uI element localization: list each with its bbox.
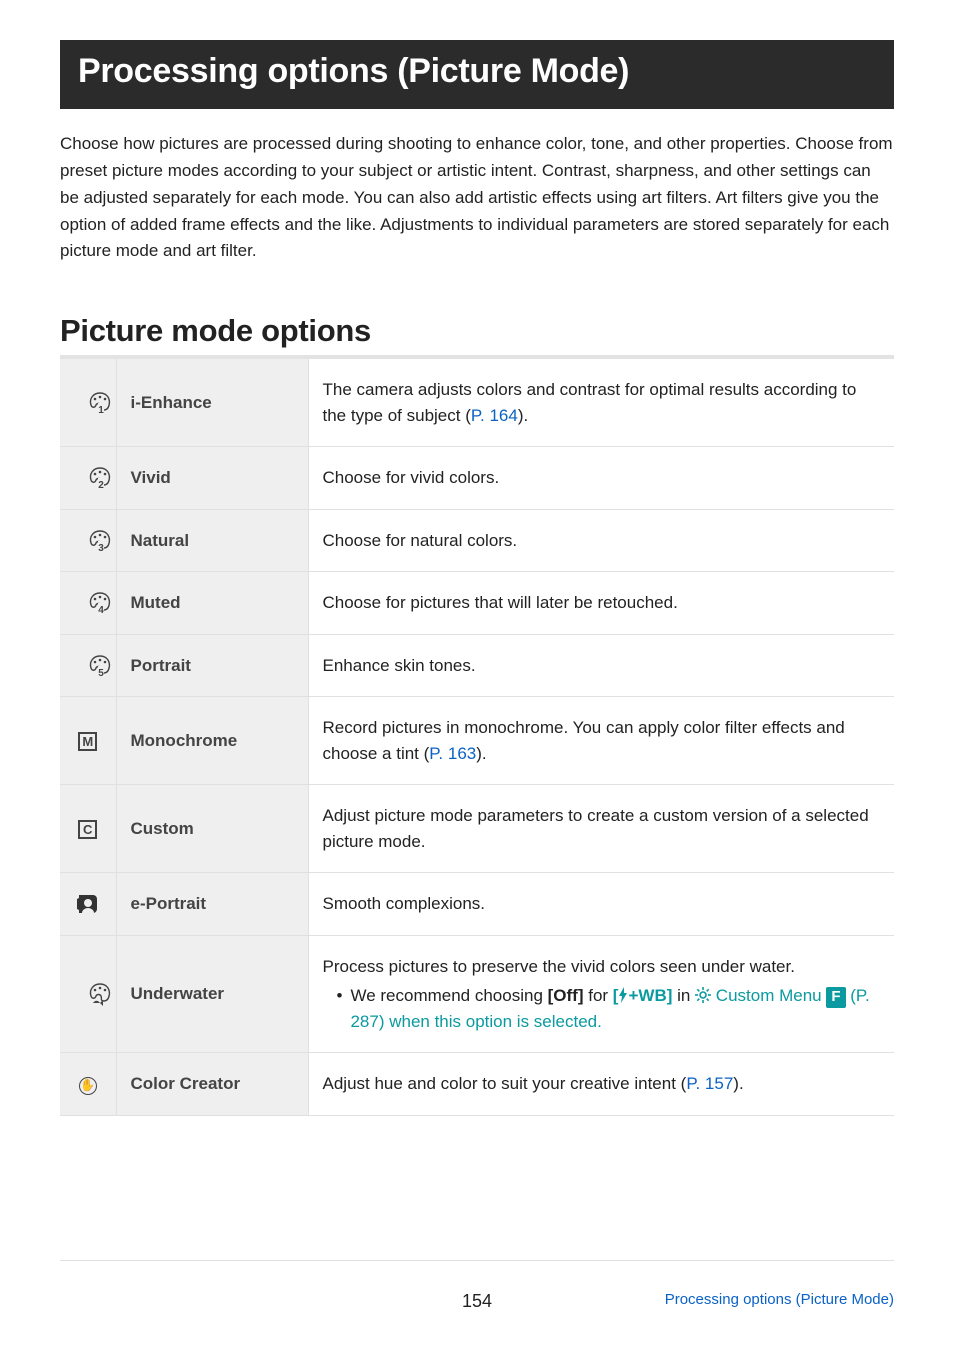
table-row: 1 i-Enhance The camera adjusts colors an… — [60, 359, 894, 447]
mode-name: Color Creator — [116, 1053, 308, 1116]
flash-wb-link[interactable]: [+WB] — [613, 986, 673, 1005]
mode-name: Portrait — [116, 634, 308, 697]
monochrome-icon: M — [60, 697, 116, 785]
mode-desc: Smooth complexions. — [308, 873, 894, 936]
mode-desc: Choose for vivid colors. — [308, 447, 894, 510]
palette3-icon: 3 — [60, 509, 116, 572]
mode-desc: Choose for pictures that will later be r… — [308, 572, 894, 635]
mode-name: i-Enhance — [116, 359, 308, 447]
intro-paragraph: Choose how pictures are processed during… — [60, 131, 894, 265]
page-title-bar: Processing options (Picture Mode) — [60, 40, 894, 109]
custom-menu-link[interactable]: Custom Menu F — [695, 986, 845, 1005]
table-row: ✋ Color Creator Adjust hue and color to … — [60, 1053, 894, 1116]
table-row: M Monochrome Record pictures in monochro… — [60, 697, 894, 785]
mode-name: Custom — [116, 785, 308, 873]
section-heading: Picture mode options — [60, 313, 894, 349]
mode-desc: The camera adjusts colors and contrast f… — [308, 359, 894, 447]
mode-name: Natural — [116, 509, 308, 572]
colorcreator-icon: ✋ — [60, 1053, 116, 1116]
palette2-icon: 2 — [60, 447, 116, 510]
menu-f-badge: F — [826, 987, 845, 1007]
table-row: 3 Natural Choose for natural colors. — [60, 509, 894, 572]
underwater-icon — [60, 935, 116, 1053]
table-row: 2 Vivid Choose for vivid colors. — [60, 447, 894, 510]
mode-name: Muted — [116, 572, 308, 635]
palette5-icon: 5 — [60, 634, 116, 697]
table-row: 4 Muted Choose for pictures that will la… — [60, 572, 894, 635]
mode-name: Underwater — [116, 935, 308, 1053]
picture-mode-table: 1 i-Enhance The camera adjusts colors an… — [60, 359, 894, 1116]
mode-desc: Process pictures to preserve the vivid c… — [308, 935, 894, 1053]
mode-desc: Enhance skin tones. — [308, 634, 894, 697]
breadcrumb-link[interactable]: Processing options (Picture Mode) — [665, 1291, 894, 1308]
page-link[interactable]: P. 157 — [686, 1074, 733, 1093]
page-link[interactable]: P. 163 — [429, 744, 476, 763]
mode-desc: Adjust picture mode parameters to create… — [308, 785, 894, 873]
mode-desc: Record pictures in monochrome. You can a… — [308, 697, 894, 785]
custom-icon: C — [60, 785, 116, 873]
eportrait-icon — [60, 873, 116, 936]
mode-desc: Choose for natural colors. — [308, 509, 894, 572]
page-footer: 154 Processing options (Picture Mode) — [60, 1260, 894, 1312]
table-row: 5 Portrait Enhance skin tones. — [60, 634, 894, 697]
page-link[interactable]: P. 164 — [471, 406, 518, 425]
mode-name: Vivid — [116, 447, 308, 510]
mode-desc: Adjust hue and color to suit your creati… — [308, 1053, 894, 1116]
palette1-icon: 1 — [60, 359, 116, 447]
mode-name: e-Portrait — [116, 873, 308, 936]
bullet-icon: • — [337, 983, 343, 1034]
mode-name: Monochrome — [116, 697, 308, 785]
page-title: Processing options (Picture Mode) — [78, 52, 876, 91]
table-row: Underwater Process pictures to preserve … — [60, 935, 894, 1053]
table-row: e-Portrait Smooth complexions. — [60, 873, 894, 936]
palette4-icon: 4 — [60, 572, 116, 635]
table-row: C Custom Adjust picture mode parameters … — [60, 785, 894, 873]
